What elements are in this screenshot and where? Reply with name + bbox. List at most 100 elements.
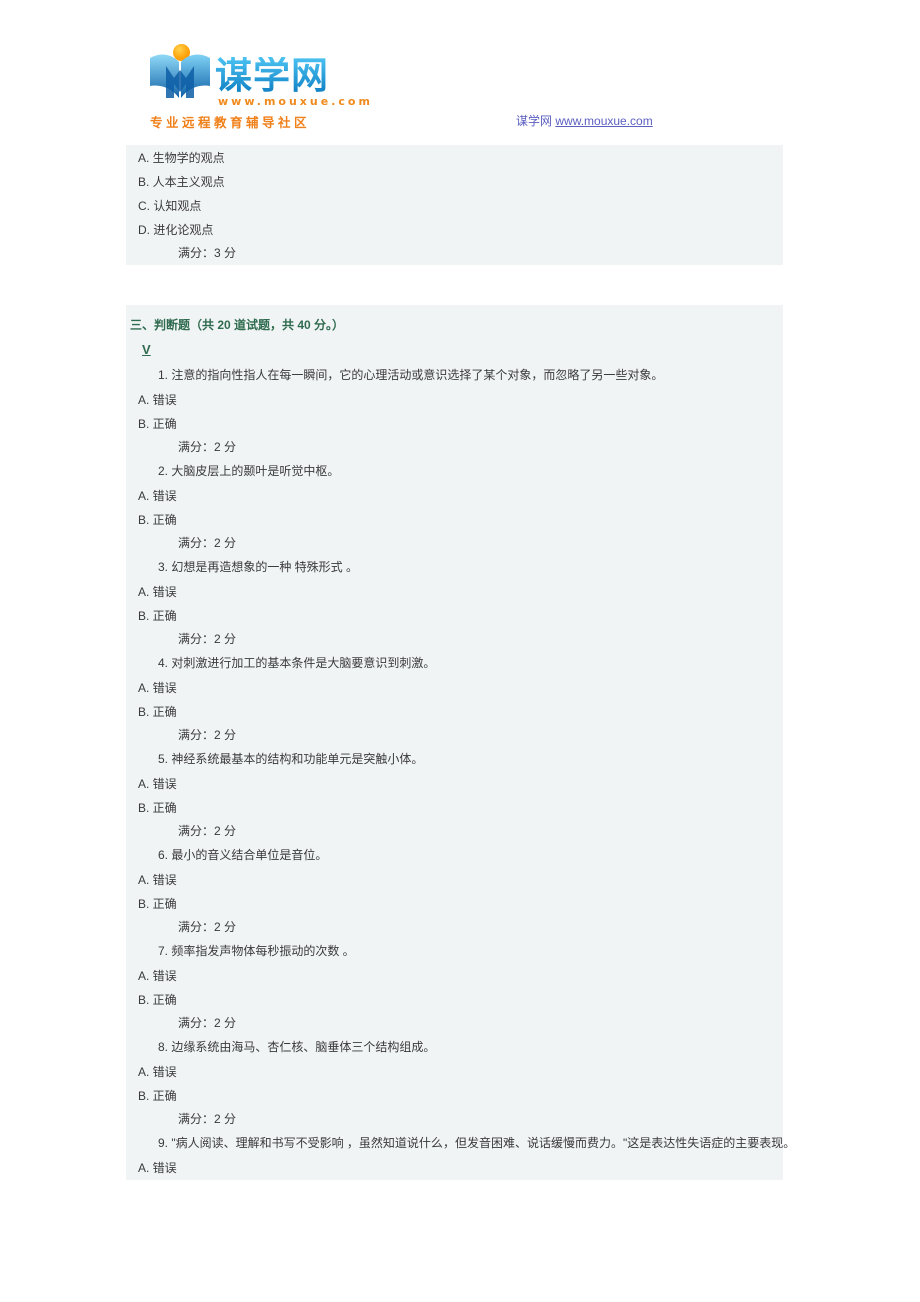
- option-label-d: D. 进化论观点: [138, 222, 214, 237]
- checkbox-b-icon[interactable]: [105, 175, 117, 187]
- answer-row-false[interactable]: A. 错误: [96, 1155, 783, 1179]
- page-header: 谋学网 www.mouxue.com 专业远程教育辅导社区 谋学网 www.mo…: [0, 0, 920, 140]
- answer-row-true[interactable]: B. 正确: [96, 603, 783, 627]
- answer-row-false[interactable]: A. 错误: [96, 771, 783, 795]
- radio-cell-false: [96, 963, 126, 987]
- checkbox-c-icon[interactable]: [105, 199, 117, 211]
- radio-cell-false: [96, 675, 126, 699]
- answer-label-true: B. 正确: [138, 800, 177, 815]
- answer-label-false: A. 错误: [138, 680, 177, 695]
- option-row-a[interactable]: A. 生物学的观点: [96, 145, 783, 169]
- score-line: 满分：2 分: [178, 1112, 237, 1126]
- answer-label-true: B. 正确: [138, 1088, 177, 1103]
- radio-cell-true: [96, 507, 126, 531]
- answer-label-true: B. 正确: [138, 896, 177, 911]
- radio-false-icon[interactable]: [105, 393, 117, 405]
- answer-row-false[interactable]: A. 错误: [96, 675, 783, 699]
- option-row-b[interactable]: B. 人本主义观点: [96, 169, 783, 193]
- radio-false-icon[interactable]: [105, 873, 117, 885]
- answer-label-true: B. 正确: [138, 992, 177, 1007]
- radio-cell-true: [96, 603, 126, 627]
- score-line: 满分：2 分: [178, 440, 237, 454]
- answer-label-true: B. 正确: [138, 704, 177, 719]
- answer-row-false[interactable]: A. 错误: [96, 579, 783, 603]
- radio-false-icon[interactable]: [105, 585, 117, 597]
- score-line: 满分：3 分: [178, 246, 237, 260]
- logo-wordmark: 谋学网: [215, 54, 329, 97]
- answer-label-false: A. 错误: [138, 584, 177, 599]
- radio-true-icon[interactable]: [105, 513, 117, 525]
- checkbox-d-icon[interactable]: [105, 223, 117, 235]
- answer-label-true: B. 正确: [138, 512, 177, 527]
- radio-false-icon[interactable]: [105, 489, 117, 501]
- answer-row-true[interactable]: B. 正确: [96, 411, 783, 435]
- section-anchor-link[interactable]: V: [142, 342, 151, 357]
- radio-true-icon[interactable]: [105, 993, 117, 1005]
- answer-row-false[interactable]: A. 错误: [96, 483, 783, 507]
- answer-row-false[interactable]: A. 错误: [96, 1059, 783, 1083]
- question-text: 3. 幻想是再造想象的一种 特殊形式 。: [158, 560, 359, 574]
- radio-true-icon[interactable]: [105, 1089, 117, 1101]
- radio-true-icon[interactable]: [105, 609, 117, 621]
- answer-row-false[interactable]: A. 错误: [96, 867, 783, 891]
- answer-row-true[interactable]: B. 正确: [96, 891, 783, 915]
- answer-label-false: A. 错误: [138, 392, 177, 407]
- option-row-d[interactable]: D. 进化论观点: [96, 217, 783, 241]
- logo-tagline: 专业远程教育辅导社区: [150, 116, 311, 130]
- option-row-c[interactable]: C. 认知观点: [96, 193, 783, 217]
- question-text: 5. 神经系统最基本的结构和功能单元是突触小体。: [158, 752, 424, 766]
- answer-row-false[interactable]: A. 错误: [96, 387, 783, 411]
- book-m-logo-icon: [148, 42, 212, 100]
- question-text: 7. 频率指发声物体每秒振动的次数 。: [158, 944, 355, 958]
- site-reference-link[interactable]: www.mouxue.com: [555, 114, 652, 128]
- answer-row-true[interactable]: B. 正确: [96, 1083, 783, 1107]
- radio-true-icon[interactable]: [105, 705, 117, 717]
- checkbox-cell-c: [96, 193, 126, 217]
- radio-false-icon[interactable]: [105, 1161, 117, 1173]
- radio-cell-true: [96, 891, 126, 915]
- radio-cell-false: [96, 387, 126, 411]
- radio-cell-true: [96, 795, 126, 819]
- radio-cell-false: [96, 1155, 126, 1179]
- radio-false-icon[interactable]: [105, 681, 117, 693]
- checkbox-cell-a: [96, 145, 126, 169]
- site-logo[interactable]: 谋学网 www.mouxue.com 专业远程教育辅导社区: [148, 38, 370, 130]
- answer-label-false: A. 错误: [138, 872, 177, 887]
- multiple-choice-panel: A. 生物学的观点 B. 人本主义观点 C. 认知观点 D. 进化论观点 满分：…: [96, 145, 783, 265]
- section-anchor[interactable]: V: [96, 337, 783, 363]
- radio-cell-false: [96, 771, 126, 795]
- answer-row-false[interactable]: A. 错误: [96, 963, 783, 987]
- score-line: 满分：2 分: [178, 1016, 237, 1030]
- answer-row-true[interactable]: B. 正确: [96, 987, 783, 1011]
- score-line: 满分：2 分: [178, 920, 237, 934]
- option-label-b: B. 人本主义观点: [138, 174, 225, 189]
- radio-cell-true: [96, 411, 126, 435]
- radio-false-icon[interactable]: [105, 969, 117, 981]
- checkbox-a-icon[interactable]: [105, 151, 117, 163]
- radio-cell-true: [96, 1083, 126, 1107]
- radio-cell-false: [96, 1059, 126, 1083]
- question-text: 4. 对刺激进行加工的基本条件是大脑要意识到刺激。: [158, 656, 436, 670]
- question-text: 6. 最小的音义结合单位是音位。: [158, 848, 328, 862]
- radio-cell-false: [96, 867, 126, 891]
- score-line: 满分：2 分: [178, 536, 237, 550]
- answer-label-false: A. 错误: [138, 1064, 177, 1079]
- radio-false-icon[interactable]: [105, 1065, 117, 1077]
- answer-row-true[interactable]: B. 正确: [96, 699, 783, 723]
- radio-true-icon[interactable]: [105, 897, 117, 909]
- radio-cell-true: [96, 987, 126, 1011]
- section-title: 三、判断题（共 20 道试题，共 40 分。）: [130, 318, 345, 332]
- question-text: 8. 边缘系统由海马、杏仁核、脑垂体三个结构组成。: [158, 1040, 436, 1054]
- answer-row-true[interactable]: B. 正确: [96, 795, 783, 819]
- radio-true-icon[interactable]: [105, 801, 117, 813]
- panel-top-spacer: [96, 305, 783, 313]
- answer-label-false: A. 错误: [138, 776, 177, 791]
- answer-label-true: B. 正确: [138, 608, 177, 623]
- score-line: 满分：2 分: [178, 632, 237, 646]
- site-reference-name: 谋学网: [516, 114, 553, 128]
- answer-label-false: A. 错误: [138, 488, 177, 503]
- radio-false-icon[interactable]: [105, 777, 117, 789]
- option-label-c: C. 认知观点: [138, 198, 202, 213]
- answer-row-true[interactable]: B. 正确: [96, 507, 783, 531]
- radio-true-icon[interactable]: [105, 417, 117, 429]
